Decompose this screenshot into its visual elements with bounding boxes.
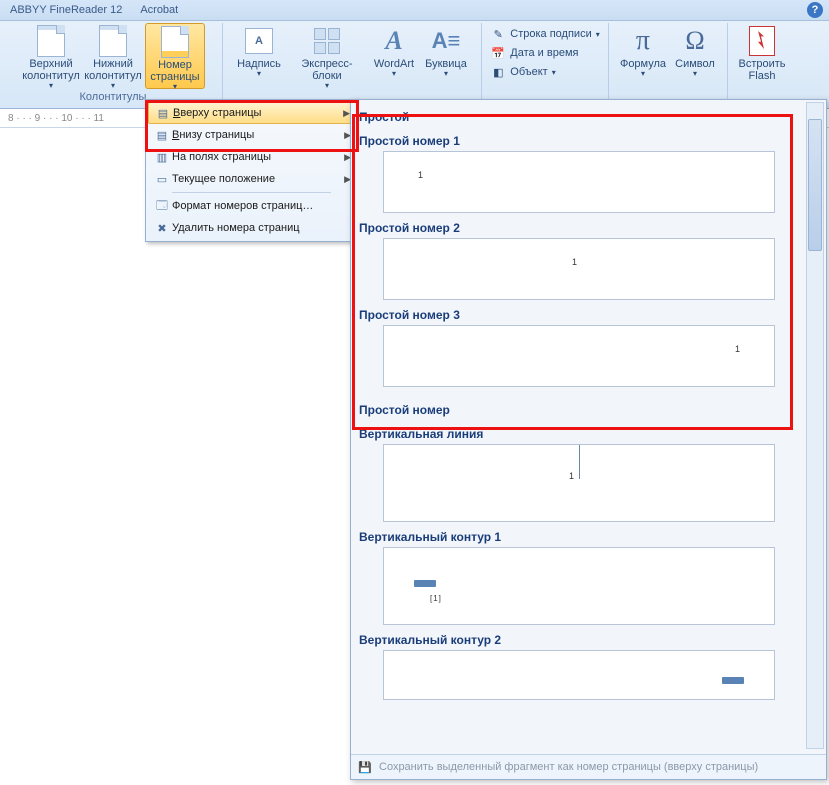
omega-icon: Ω [679,25,711,57]
signature-icon: ✎ [490,26,506,42]
menu-page-margins[interactable]: ▥ На полях страницы ▶ [148,146,355,168]
help-icon[interactable]: ? [807,2,823,18]
object-icon: ◧ [490,64,506,80]
page-number-menu: ▤ Вверху страницы ▶ ▤ Внизу страницы ▶ ▥… [145,99,358,242]
wordart-icon: A [378,25,410,57]
quickparts-icon [311,25,343,57]
symbol-button[interactable]: Ω Символ ▾ [671,23,719,79]
dropcap-icon: A≡ [430,25,462,57]
menu-top-of-page[interactable]: ▤ Вверху страницы ▶ [148,102,355,124]
object-button[interactable]: ◧ Объект ▾ [487,63,602,81]
tab-acrobat[interactable]: Acrobat [140,4,178,16]
save-selection-icon: 💾 [357,759,373,775]
menu-current-position[interactable]: ▭ Текущее положение ▶ [148,168,355,190]
textbox-icon: A [243,25,275,57]
pi-icon: π [627,25,659,57]
gallery-scrollbar[interactable] [806,102,824,749]
addin-tab-strip: ABBYY FineReader 12 Acrobat ? [0,0,829,21]
page-top-icon: ▤ [153,107,173,120]
ribbon: Верхний колонтитул ▾ Нижний колонтитул ▾… [0,21,829,109]
page-number-label: Номер страницы [146,59,204,83]
formula-button[interactable]: π Формула ▾ [617,23,669,79]
page-number-button[interactable]: Номер страницы ▾ [145,23,205,89]
tab-abbyy[interactable]: ABBYY FineReader 12 [10,4,122,16]
gallery-item-vertical-outline-1[interactable]: [1] [383,547,775,625]
page-margin-icon: ▥ [152,151,172,164]
quickparts-label: Экспресс-блоки [287,58,367,82]
signature-line-button[interactable]: ✎ Строка подписи ▾ [487,25,602,43]
object-label: Объект [510,66,547,78]
submenu-arrow-icon: ▶ [343,108,350,119]
header-button[interactable]: Верхний колонтитул ▾ [21,23,81,91]
group-header-footer-label: Колонтитулы [80,91,147,105]
signature-label: Строка подписи [510,28,591,40]
gallery-item-label: Вертикальный контур 1 [355,522,806,547]
menu-remove-page-numbers[interactable]: ✖ Удалить номера страниц [148,217,355,239]
page-icon [35,25,67,57]
gallery-item-label: Простой номер 1 [355,126,806,151]
gallery-footer[interactable]: 💾 Сохранить выделенный фрагмент как номе… [351,754,826,779]
page-bottom-icon: ▤ [152,129,172,142]
flash-icon [746,25,778,57]
page-icon [97,25,129,57]
gallery-item-simple-2[interactable]: 1 [383,238,775,300]
gallery-item-label: Вертикальная линия [355,419,806,444]
gallery-heading-simple-num: Простой номер [355,397,806,419]
page-number-gallery: Простой Простой номер 1 1 Простой номер … [350,99,827,780]
calendar-icon: 📅 [490,45,506,61]
remove-icon: ✖ [152,222,172,235]
gallery-item-vertical-line[interactable]: 1 [383,444,775,522]
header-label: Верхний колонтитул [21,58,81,82]
flash-label: Встроить Flash [735,58,789,82]
footer-button[interactable]: Нижний колонтитул ▾ [83,23,143,91]
gallery-item-vertical-outline-2[interactable] [383,650,775,700]
menu-format-page-numbers[interactable]: 🗔 Формат номеров страниц… [148,195,355,217]
format-icon: 🗔 [152,197,172,216]
menu-separator [172,192,331,193]
gallery-heading-simple: Простой [355,104,806,126]
page-number-icon [159,26,191,58]
quickparts-button[interactable]: Экспресс-блоки ▾ [287,23,367,91]
gallery-item-label: Простой номер 3 [355,300,806,325]
gallery-item-simple-1[interactable]: 1 [383,151,775,213]
cursor-icon: ▭ [152,173,172,186]
gallery-item-simple-3[interactable]: 1 [383,325,775,387]
wordart-button[interactable]: A WordArt ▾ [369,23,419,79]
date-time-button[interactable]: 📅 Дата и время [487,44,602,62]
gallery-item-label: Вертикальный контур 2 [355,625,806,650]
gallery-footer-label: Сохранить выделенный фрагмент как номер … [379,761,758,773]
flash-button[interactable]: Встроить Flash [735,23,789,82]
menu-bottom-of-page[interactable]: ▤ Внизу страницы ▶ [148,124,355,146]
ruler-marks: 8 · · · 9 · · · 10 · · · 11 [8,113,104,124]
scrollbar-thumb[interactable] [808,119,822,251]
textbox-button[interactable]: A Надпись ▾ [233,23,285,79]
gallery-item-label: Простой номер 2 [355,213,806,238]
dropcap-button[interactable]: A≡ Буквица ▾ [421,23,471,79]
footer-label: Нижний колонтитул [83,58,143,82]
date-time-label: Дата и время [510,47,578,59]
